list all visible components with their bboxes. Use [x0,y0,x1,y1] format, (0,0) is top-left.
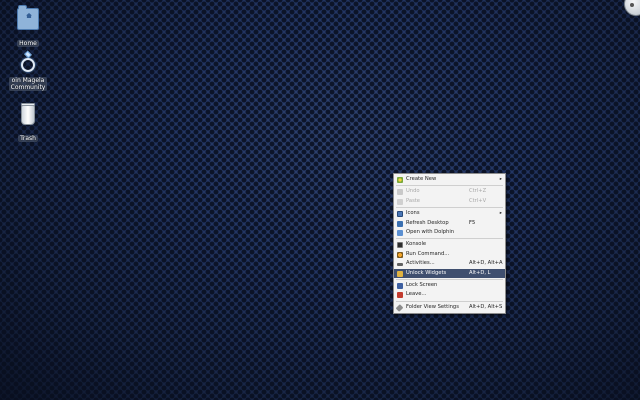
menu-separator [396,207,503,209]
lock-screen-icon [397,282,403,289]
settings-icon [395,303,404,312]
menu-item-konsole[interactable]: Konsole [394,240,505,249]
dolphin-icon [397,229,403,236]
menu-item-refresh-desktop[interactable]: Refresh Desktop F5 [394,219,505,228]
submenu-arrow-icon: ▸ [499,211,502,217]
menu-item-icons[interactable]: Icons ▸ [394,209,505,218]
activities-icon [397,263,403,267]
menu-separator [396,278,503,280]
paste-icon [397,198,403,205]
ring-icon [19,50,37,74]
menu-item-undo[interactable]: Undo Ctrl+Z [394,187,505,196]
desktop-icon-community[interactable]: oin Magela Community [3,50,53,93]
menu-item-open-with-dolphin[interactable]: Open with Dolphin [394,228,505,237]
desktop-icon-home[interactable]: Home [3,5,53,49]
undo-icon [397,189,403,196]
desktop-icon-label: Trash [18,135,38,142]
menu-separator [396,300,503,302]
menu-item-activities[interactable]: Activities... Alt+D, Alt+A [394,259,505,268]
run-command-icon [397,251,403,258]
refresh-icon [397,220,403,227]
desktop-icon-trash[interactable]: Trash [3,103,53,144]
desktop-icon-label: Home [17,40,39,47]
leave-icon [397,292,403,299]
desktop-icon-label: oin Magela Community [8,77,48,91]
menu-item-paste[interactable]: Paste Ctrl+V [394,197,505,206]
menu-item-run-command[interactable]: Run Command... [394,250,505,259]
menu-item-folder-view-settings[interactable]: Folder View Settings Alt+D, Alt+S [394,303,505,312]
desktop-toolbox-icon[interactable] [624,0,640,16]
menu-separator [396,185,503,187]
trash-icon [21,103,35,125]
home-folder-icon [17,5,39,30]
menu-separator [396,238,503,240]
lock-widgets-icon [397,270,403,277]
menu-item-create-new[interactable]: Create New ▸ [394,175,505,184]
menu-item-unlock-widgets[interactable]: Unlock Widgets Alt+D, L [394,268,505,278]
konsole-icon [397,242,403,249]
menu-item-leave[interactable]: Leave... [394,290,505,299]
icons-icon [397,211,403,218]
submenu-arrow-icon: ▸ [499,177,502,182]
menu-item-lock-screen[interactable]: Lock Screen [394,281,505,290]
desktop-context-menu: Create New ▸ Undo Ctrl+Z Paste Ctrl+V Ic… [393,173,506,315]
create-new-icon [397,177,403,183]
